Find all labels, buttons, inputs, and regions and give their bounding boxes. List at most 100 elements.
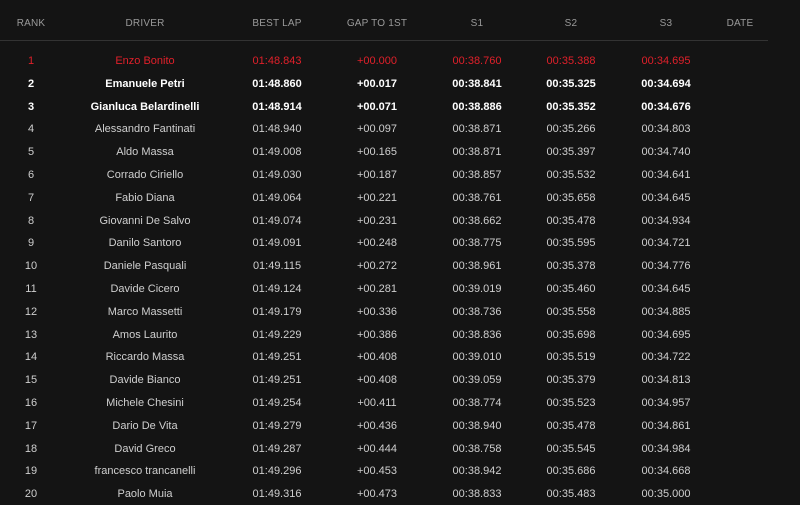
driver-cell: Enzo Bonito (115, 55, 175, 67)
best-lap-cell: 01:49.008 (252, 146, 302, 159)
s3-cell: 00:34.695 (641, 55, 691, 67)
rank-cell: 6 (27, 169, 35, 181)
best-lap-cell: 01:49.254 (252, 397, 302, 409)
rank-cell: 3 (27, 100, 35, 113)
s2-cell: 00:35.532 (546, 169, 596, 181)
s1-cell: 00:38.871 (452, 123, 502, 136)
table-row[interactable]: 20 Paolo Muia 01:49.316 +00.473 00:38.833 00:… (0, 484, 768, 505)
driver-cell: Danilo Santoro (108, 237, 182, 250)
s2-cell: 00:35.686 (546, 465, 596, 478)
table-row[interactable]: 3 Gianluca Belardinelli 01:48.914 +00.071 00… (0, 97, 768, 119)
best-lap-cell: 01:48.843 (252, 55, 302, 67)
best-lap-cell: 01:49.296 (252, 465, 302, 478)
s3-cell: 00:34.984 (641, 442, 691, 455)
rank-cell: 2 (27, 77, 35, 90)
table-row[interactable]: 14 Riccardo Massa 01:49.251 +00.408 00:39.01… (0, 347, 768, 369)
gap-cell: +00.386 (356, 328, 398, 341)
header-s2[interactable]: S2 (565, 18, 578, 29)
gap-cell: +00.272 (356, 260, 398, 273)
header-date[interactable]: DATE (727, 18, 754, 29)
s3-cell: 00:34.803 (641, 123, 691, 136)
gap-cell: +00.453 (356, 465, 398, 478)
s3-cell: 00:34.721 (641, 237, 691, 250)
rank-cell: 7 (27, 191, 35, 204)
rank-cell: 13 (24, 328, 38, 341)
driver-cell: Dario De Vita (112, 419, 178, 432)
table-row[interactable]: 19 francesco trancanelli 01:49.296 +00.453 0… (0, 461, 768, 483)
rank-cell: 8 (27, 214, 35, 227)
rank-cell: 9 (27, 237, 35, 250)
best-lap-cell: 01:48.940 (252, 123, 302, 136)
table-row[interactable]: 18 David Greco 01:49.287 +00.444 00:38.758 00… (0, 439, 768, 461)
header-s1[interactable]: S1 (471, 18, 484, 29)
driver-cell: Davide Cicero (110, 283, 180, 295)
s2-cell: 00:35.545 (546, 442, 596, 455)
table-row[interactable]: 15 Davide Bianco 01:49.251 +00.408 00:39.059… (0, 370, 768, 392)
driver-cell: David Greco (114, 442, 176, 455)
table-row[interactable]: 4 Alessandro Fantinati 01:48.940 +00.097 00:… (0, 119, 768, 141)
gap-cell: +00.000 (356, 55, 398, 67)
header-gap-to-first[interactable]: GAP TO 1ST (347, 18, 407, 29)
table-row[interactable]: 8 Giovanni De Salvo 01:49.074 +00.231 00:38.… (0, 211, 768, 233)
table-row[interactable]: 11 Davide Cicero 01:49.124 +00.281 00:39.019… (0, 279, 768, 301)
driver-cell: Marco Massetti (107, 305, 183, 318)
s3-cell: 00:34.645 (641, 191, 691, 204)
s2-cell: 00:35.698 (546, 328, 596, 341)
driver-cell: Amos Laurito (112, 328, 178, 341)
s1-cell: 00:38.886 (452, 100, 502, 113)
rank-cell: 18 (24, 442, 38, 455)
s1-cell: 00:39.059 (452, 374, 502, 387)
driver-cell: Alessandro Fantinati (94, 123, 196, 136)
s2-cell: 00:35.460 (546, 283, 596, 295)
rank-cell: 5 (27, 146, 35, 159)
header-s3[interactable]: S3 (660, 18, 673, 29)
table-row[interactable]: 16 Michele Chesini 01:49.254 +00.411 00:38.7… (0, 393, 768, 415)
best-lap-cell: 01:49.316 (252, 488, 302, 501)
s1-cell: 00:38.758 (452, 442, 502, 455)
table-row[interactable]: 17 Dario De Vita 01:49.279 +00.436 00:38.940… (0, 416, 768, 438)
gap-cell: +00.408 (356, 351, 398, 364)
driver-cell: Michele Chesini (106, 397, 184, 409)
header-rank[interactable]: RANK (17, 18, 46, 29)
gap-cell: +00.436 (356, 419, 398, 432)
table-row[interactable]: 12 Marco Massetti 01:49.179 +00.336 00:38.73… (0, 302, 768, 324)
rank-cell: 1 (27, 55, 35, 67)
rank-cell: 11 (25, 283, 37, 295)
driver-cell: Riccardo Massa (105, 351, 185, 364)
best-lap-cell: 01:49.074 (252, 214, 302, 227)
rank-cell: 17 (24, 419, 38, 432)
driver-cell: Davide Bianco (109, 374, 181, 387)
table-row[interactable]: 7 Fabio Diana 01:49.064 +00.221 00:38.761 00:… (0, 188, 768, 210)
table-row[interactable]: 13 Amos Laurito 01:49.229 +00.386 00:38.836 0… (0, 325, 768, 347)
header-driver[interactable]: DRIVER (126, 18, 165, 29)
s3-cell: 00:34.641 (641, 169, 691, 181)
driver-cell: Emanuele Petri (105, 77, 185, 90)
s1-cell: 00:38.961 (452, 260, 502, 273)
s1-cell: 00:38.942 (452, 465, 502, 478)
best-lap-cell: 01:49.287 (252, 442, 302, 455)
driver-cell: francesco trancanelli (94, 465, 196, 478)
header-best-lap[interactable]: BEST LAP (252, 18, 301, 29)
s2-cell: 00:35.397 (546, 146, 596, 159)
driver-cell: Giovanni De Salvo (99, 214, 191, 227)
best-lap-cell: 01:48.914 (252, 100, 302, 113)
s1-cell: 00:38.836 (452, 328, 502, 341)
rank-cell: 20 (24, 488, 38, 501)
s2-cell: 00:35.519 (546, 351, 596, 364)
s2-cell: 00:35.523 (546, 397, 596, 409)
gap-cell: +00.187 (356, 169, 398, 181)
table-row[interactable]: 9 Danilo Santoro 01:49.091 +00.248 00:38.775… (0, 233, 768, 255)
best-lap-cell: 01:49.229 (252, 328, 302, 341)
gap-cell: +00.336 (356, 305, 398, 318)
s3-cell: 00:34.957 (641, 397, 691, 409)
table-row[interactable]: 6 Corrado Ciriello 01:49.030 +00.187 00:38.8… (0, 165, 768, 187)
driver-cell: Corrado Ciriello (106, 169, 184, 181)
s2-cell: 00:35.266 (546, 123, 596, 136)
table-row[interactable]: 1 Enzo Bonito 01:48.843 +00.000 00:38.760 00:… (0, 51, 768, 73)
table-row[interactable]: 5 Aldo Massa 01:49.008 +00.165 00:38.871 00:3… (0, 142, 768, 164)
table-row[interactable]: 2 Emanuele Petri 01:48.860 +00.017 00:38.841… (0, 74, 768, 96)
gap-cell: +00.221 (356, 191, 398, 204)
table-row[interactable]: 10 Daniele Pasquali 01:49.115 +00.272 00:38.… (0, 256, 768, 278)
s1-cell: 00:38.662 (452, 214, 502, 227)
s1-cell: 00:38.761 (452, 191, 502, 204)
